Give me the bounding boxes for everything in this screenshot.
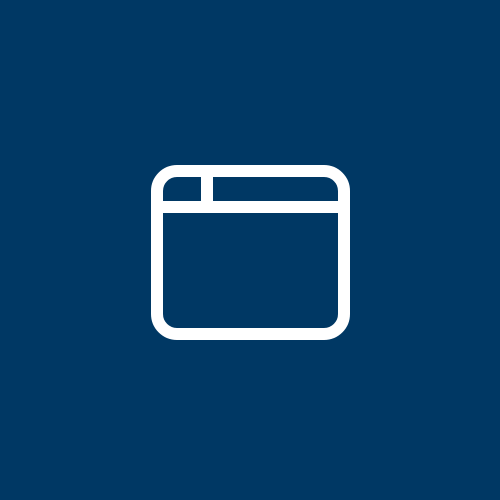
browser-window-icon [151,165,350,340]
window-frame [151,165,350,340]
icon-tile [0,0,500,500]
